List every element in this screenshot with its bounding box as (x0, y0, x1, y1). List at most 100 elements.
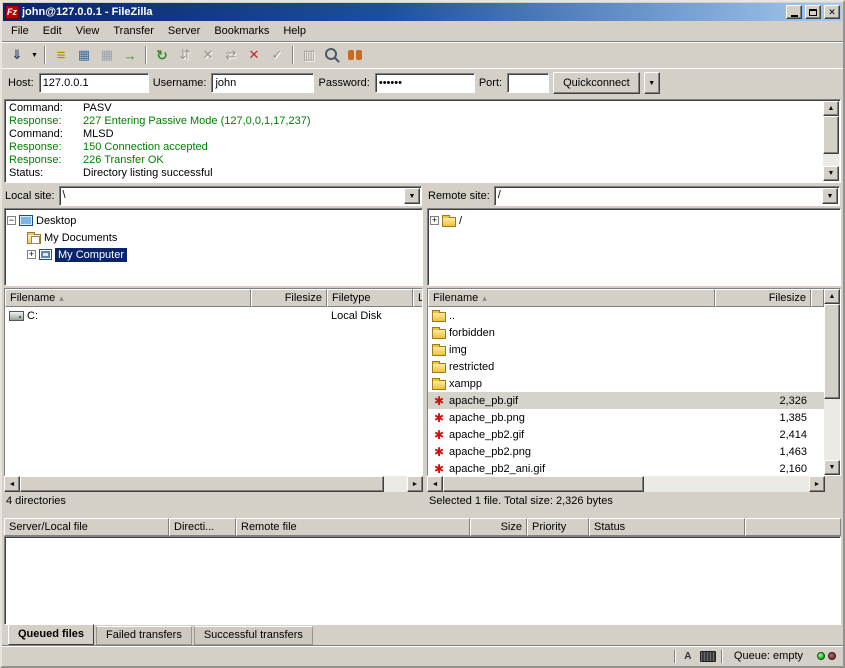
synchronized-browsing-icon[interactable] (321, 45, 343, 65)
scroll-right-icon[interactable]: ► (407, 476, 423, 492)
local-site-combobox[interactable]: \ ▼ (59, 186, 422, 206)
close-button[interactable]: ✕ (824, 5, 840, 19)
column-header-filename[interactable]: Filename (428, 289, 715, 307)
remote-list-body[interactable]: .. forbidden img restricted (428, 307, 824, 475)
column-header-last-modified[interactable]: L (413, 289, 422, 307)
column-header-direction[interactable]: Directi... (169, 518, 236, 536)
column-header-server-local-file[interactable]: Server/Local file (4, 518, 169, 536)
file-name: apache_pb2.gif (449, 429, 524, 441)
file-row[interactable]: img (428, 341, 824, 358)
message-log[interactable]: Command:PASV Response:227 Entering Passi… (4, 99, 841, 183)
scroll-up-icon[interactable]: ▲ (823, 101, 839, 116)
tree-item-desktop[interactable]: Desktop (7, 212, 420, 229)
folder-icon (432, 312, 446, 322)
column-header-filesize[interactable]: Filesize (251, 289, 327, 307)
scroll-down-icon[interactable]: ▼ (824, 460, 840, 475)
remote-horizontal-scrollbar[interactable]: ◄ ► (427, 476, 825, 492)
filter-icon[interactable] (266, 45, 288, 65)
disconnect-icon[interactable] (243, 45, 265, 65)
tab-successful-transfers[interactable]: Successful transfers (194, 626, 313, 645)
tree-item-root[interactable]: / (430, 212, 838, 229)
file-row[interactable]: restricted (428, 358, 824, 375)
transfer-type-indicator[interactable]: A (681, 649, 695, 663)
chevron-down-icon[interactable]: ▼ (404, 188, 420, 204)
scroll-right-icon[interactable]: ► (809, 476, 825, 492)
toggle-local-treeview-icon[interactable] (73, 45, 95, 65)
scroll-up-icon[interactable]: ▲ (824, 289, 840, 304)
site-manager-dropdown-icon[interactable]: ▼ (29, 45, 40, 65)
file-row[interactable]: apache_pb.png 1,385 (428, 409, 824, 426)
file-row[interactable]: C: Local Disk (5, 307, 422, 324)
minimize-button[interactable] (786, 5, 802, 19)
remote-directory-tree[interactable]: / (427, 208, 841, 286)
expand-icon[interactable] (430, 216, 439, 225)
port-input[interactable] (507, 73, 549, 93)
titlebar[interactable]: Fz john@127.0.0.1 - FileZilla ✕ (3, 3, 842, 21)
refresh-icon[interactable] (151, 45, 173, 65)
menu-file[interactable]: File (4, 23, 36, 39)
column-header-remote-file[interactable]: Remote file (236, 518, 470, 536)
collapse-icon[interactable] (7, 216, 16, 225)
process-queue-icon[interactable] (174, 45, 196, 65)
file-row[interactable]: apache_pb2.gif 2,414 (428, 426, 824, 443)
cancel-operation-icon[interactable] (197, 45, 219, 65)
column-header-size[interactable]: Size (470, 518, 527, 536)
directory-comparison-icon[interactable] (298, 45, 320, 65)
encryption-indicator-icon[interactable] (700, 651, 716, 662)
tab-failed-transfers[interactable]: Failed transfers (96, 626, 192, 645)
queue-tabs: Queued files Failed transfers Successful… (4, 625, 841, 645)
toggle-message-log-icon[interactable] (50, 45, 72, 65)
toggle-transfer-queue-icon[interactable] (119, 45, 141, 65)
scroll-left-icon[interactable]: ◄ (4, 476, 20, 492)
local-directory-tree[interactable]: Desktop My Documents My Computer (4, 208, 423, 286)
broken-image-icon (432, 446, 446, 458)
column-header-filetype[interactable]: Filetype (327, 289, 413, 307)
file-row[interactable]: apache_pb2.png 1,463 (428, 443, 824, 460)
menu-view[interactable]: View (69, 23, 107, 39)
quickconnect-dropdown-icon[interactable]: ▼ (644, 72, 660, 94)
my-documents-folder-icon (27, 234, 41, 244)
host-input[interactable] (39, 73, 149, 93)
menu-transfer[interactable]: Transfer (106, 23, 161, 39)
tree-item-my-documents[interactable]: My Documents (7, 229, 420, 246)
remote-site-combobox[interactable]: / ▼ (494, 186, 840, 206)
toggle-remote-treeview-icon[interactable] (96, 45, 118, 65)
menu-help[interactable]: Help (276, 23, 313, 39)
toolbar-separator (145, 46, 147, 64)
quickconnect-button[interactable]: Quickconnect (553, 72, 640, 94)
scroll-down-icon[interactable]: ▼ (823, 166, 839, 181)
column-header-filesize[interactable]: Filesize (715, 289, 811, 307)
file-row[interactable]: forbidden (428, 324, 824, 341)
scroll-thumb[interactable] (20, 476, 384, 492)
local-horizontal-scrollbar[interactable]: ◄ ► (4, 476, 423, 492)
site-manager-icon[interactable] (6, 45, 28, 65)
chevron-down-icon[interactable]: ▼ (822, 188, 838, 204)
column-header-filename[interactable]: Filename (5, 289, 251, 307)
username-input[interactable] (211, 73, 314, 93)
local-list-body[interactable]: C: Local Disk (5, 307, 422, 475)
file-row[interactable]: xampp (428, 375, 824, 392)
reconnect-icon[interactable] (220, 45, 242, 65)
file-row-selected[interactable]: apache_pb.gif 2,326 (428, 392, 824, 409)
find-files-icon[interactable] (344, 45, 366, 65)
maximize-button[interactable] (805, 5, 821, 19)
scroll-left-icon[interactable]: ◄ (427, 476, 443, 492)
menu-edit[interactable]: Edit (36, 23, 69, 39)
log-scrollbar[interactable]: ▲ ▼ (823, 101, 839, 181)
file-row[interactable]: apache_pb2_ani.gif 2,160 (428, 460, 824, 475)
expand-icon[interactable] (27, 250, 36, 259)
menu-bookmarks[interactable]: Bookmarks (207, 23, 276, 39)
remote-vertical-scrollbar[interactable]: ▲ ▼ (824, 289, 840, 475)
column-header-status[interactable]: Status (589, 518, 745, 536)
menu-server[interactable]: Server (161, 23, 207, 39)
column-header-priority[interactable]: Priority (527, 518, 589, 536)
tree-item-my-computer[interactable]: My Computer (7, 246, 420, 263)
queue-body[interactable] (4, 536, 841, 625)
scroll-thumb[interactable] (443, 476, 644, 492)
window-title: john@127.0.0.1 - FileZilla (22, 6, 783, 18)
tab-queued-files[interactable]: Queued files (8, 624, 94, 645)
file-row[interactable]: .. (428, 307, 824, 324)
password-input[interactable] (375, 73, 475, 93)
scroll-thumb[interactable] (823, 116, 839, 154)
scroll-thumb[interactable] (824, 304, 840, 399)
